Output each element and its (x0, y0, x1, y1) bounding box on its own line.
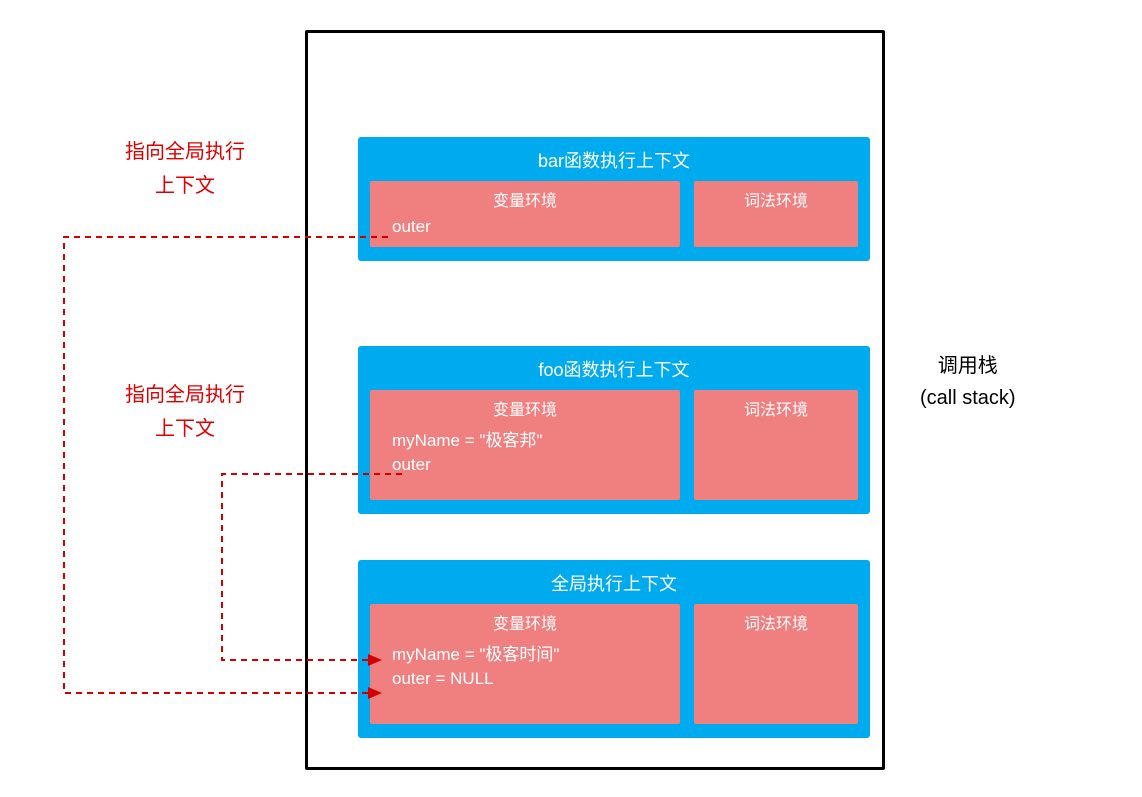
call-stack-label: 调用栈 (call stack) (920, 350, 1016, 414)
bar-var-outer: outer (370, 215, 680, 239)
context-global: 全局执行上下文 变量环境 myName = "极客时间" outer = NUL… (358, 560, 870, 738)
global-var-env-label: 变量环境 (370, 604, 680, 638)
foo-var-env: 变量环境 myName = "极客邦" outer (370, 390, 680, 500)
context-bar: bar函数执行上下文 变量环境 outer 词法环境 (358, 137, 870, 261)
bar-var-env-label: 变量环境 (370, 181, 680, 215)
global-lex-env-label: 词法环境 (694, 604, 858, 640)
global-lex-env: 词法环境 (694, 604, 858, 724)
annotation-top-line1: 指向全局执行 (125, 135, 245, 169)
context-bar-title: bar函数执行上下文 (358, 137, 870, 181)
foo-var-myname: myName = "极客邦" (370, 424, 680, 453)
foo-lex-env: 词法环境 (694, 390, 858, 500)
foo-lex-env-label: 词法环境 (694, 390, 858, 426)
context-global-title: 全局执行上下文 (358, 560, 870, 604)
bar-var-env: 变量环境 outer (370, 181, 680, 247)
annotation-mid-line2: 上下文 (125, 412, 245, 446)
foo-var-env-label: 变量环境 (370, 390, 680, 424)
bar-lex-env: 词法环境 (694, 181, 858, 247)
context-foo-title: foo函数执行上下文 (358, 346, 870, 390)
call-stack-label-line1: 调用栈 (920, 350, 1016, 382)
call-stack-label-line2: (call stack) (920, 382, 1016, 414)
bar-lex-env-label: 词法环境 (694, 181, 858, 217)
foo-var-outer: outer (370, 453, 680, 477)
annotation-top: 指向全局执行 上下文 (125, 135, 245, 203)
annotation-mid-line1: 指向全局执行 (125, 378, 245, 412)
context-foo-envs: 变量环境 myName = "极客邦" outer 词法环境 (358, 390, 870, 514)
global-var-env: 变量环境 myName = "极客时间" outer = NULL (370, 604, 680, 724)
global-var-myname: myName = "极客时间" (370, 638, 680, 667)
context-global-envs: 变量环境 myName = "极客时间" outer = NULL 词法环境 (358, 604, 870, 738)
context-foo: foo函数执行上下文 变量环境 myName = "极客邦" outer 词法环… (358, 346, 870, 514)
annotation-mid: 指向全局执行 上下文 (125, 378, 245, 446)
global-var-outer: outer = NULL (370, 667, 680, 691)
annotation-top-line2: 上下文 (125, 169, 245, 203)
context-bar-envs: 变量环境 outer 词法环境 (358, 181, 870, 261)
